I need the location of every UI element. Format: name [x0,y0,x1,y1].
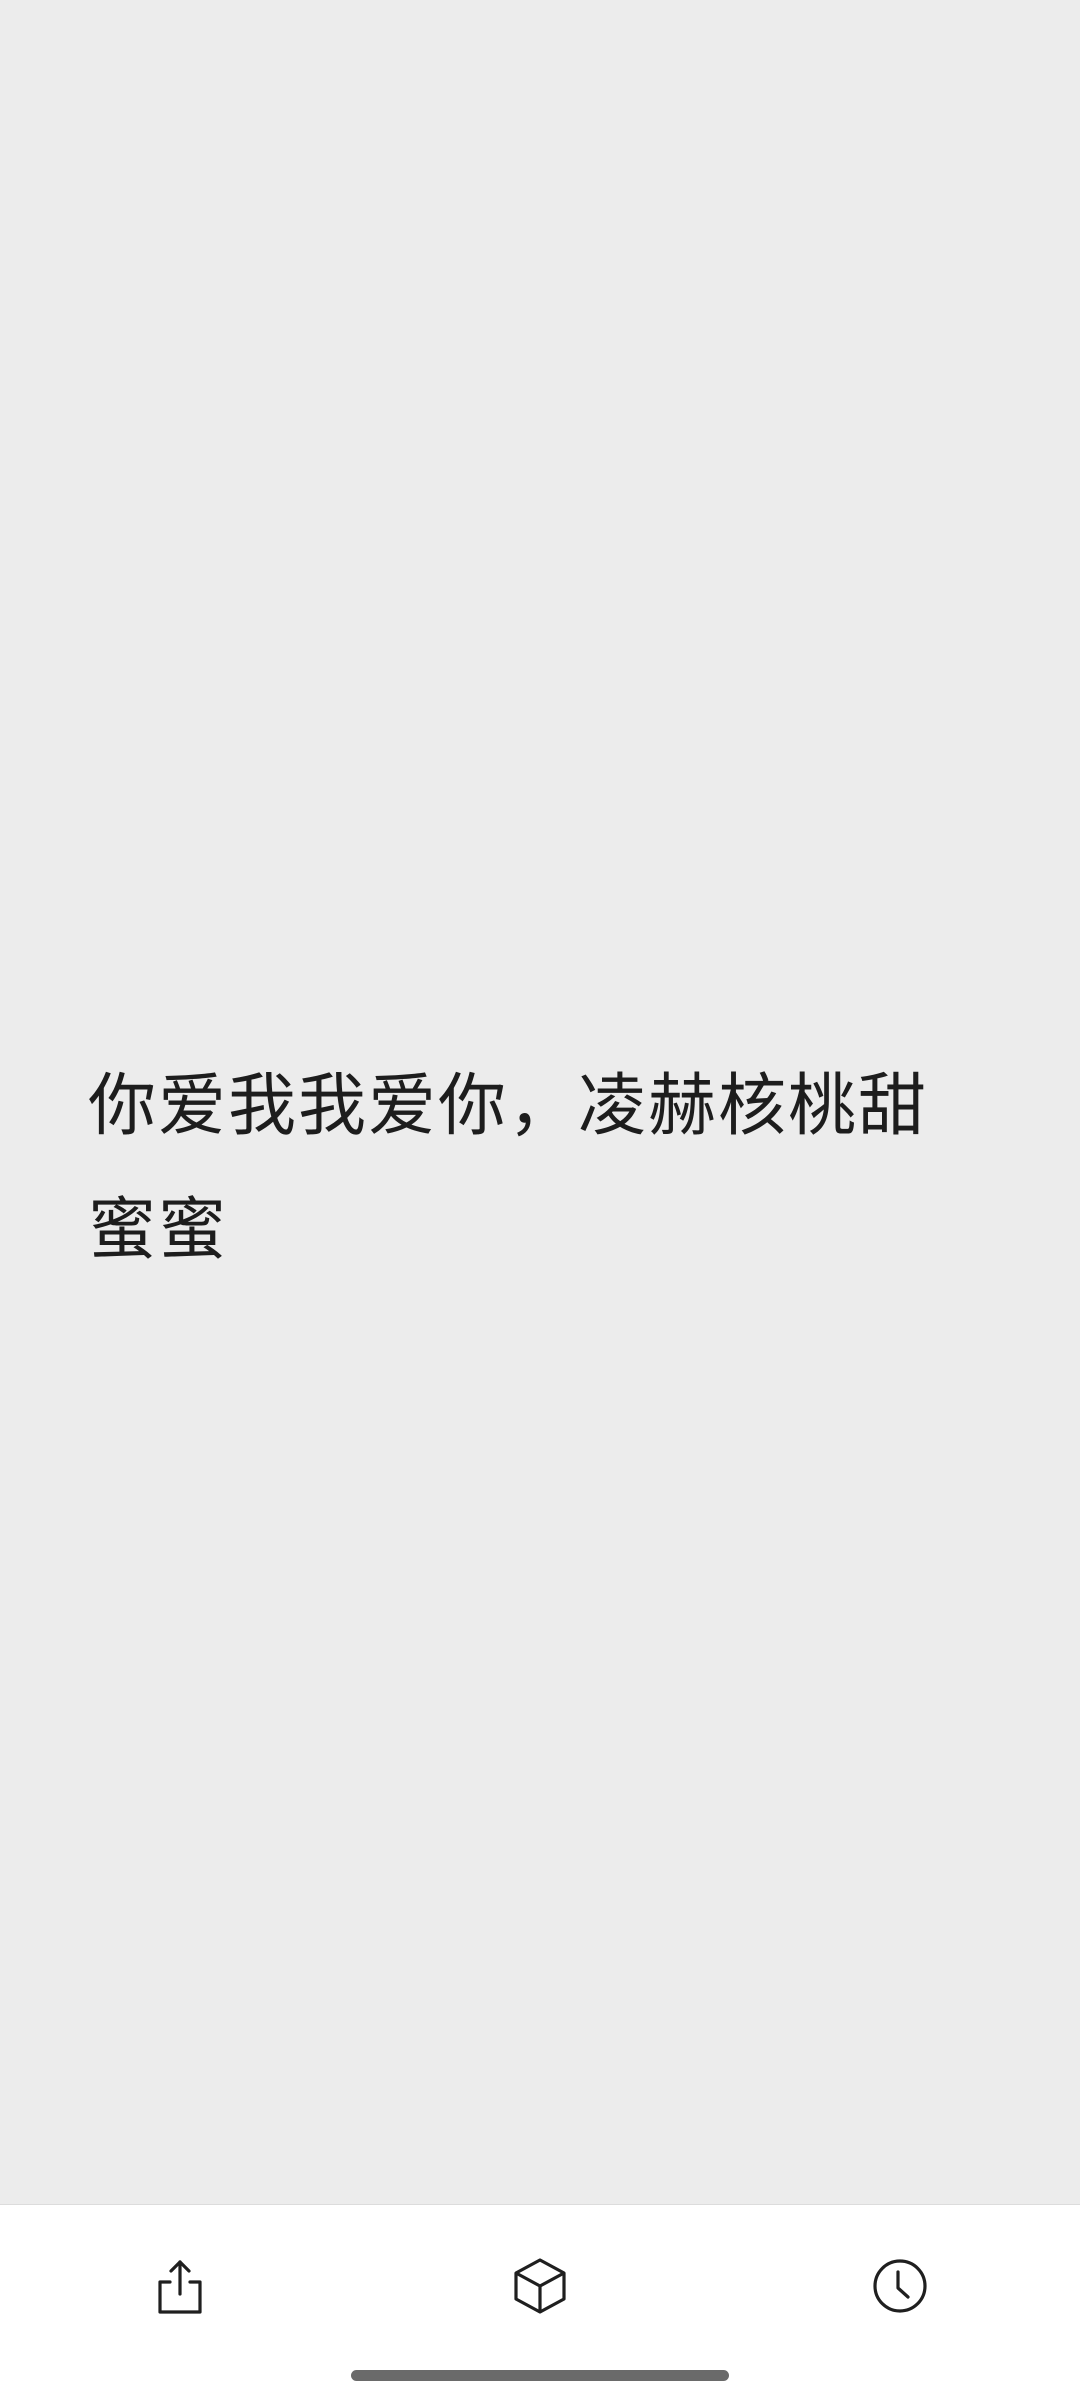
cube-button[interactable] [495,2241,585,2331]
cube-icon [511,2255,569,2317]
note-content-area[interactable]: 你爱我我爱你，凌赫核桃甜蜜蜜 [0,0,1080,2204]
share-button[interactable] [135,2241,225,2331]
home-indicator[interactable] [351,2370,729,2381]
note-text[interactable]: 你爱我我爱你，凌赫核桃甜蜜蜜 [88,1045,988,1293]
history-button[interactable] [855,2241,945,2331]
clock-icon [870,2256,930,2316]
app-screen: 你爱我我爱你，凌赫核桃甜蜜蜜 [0,0,1080,2400]
share-icon [152,2256,208,2316]
